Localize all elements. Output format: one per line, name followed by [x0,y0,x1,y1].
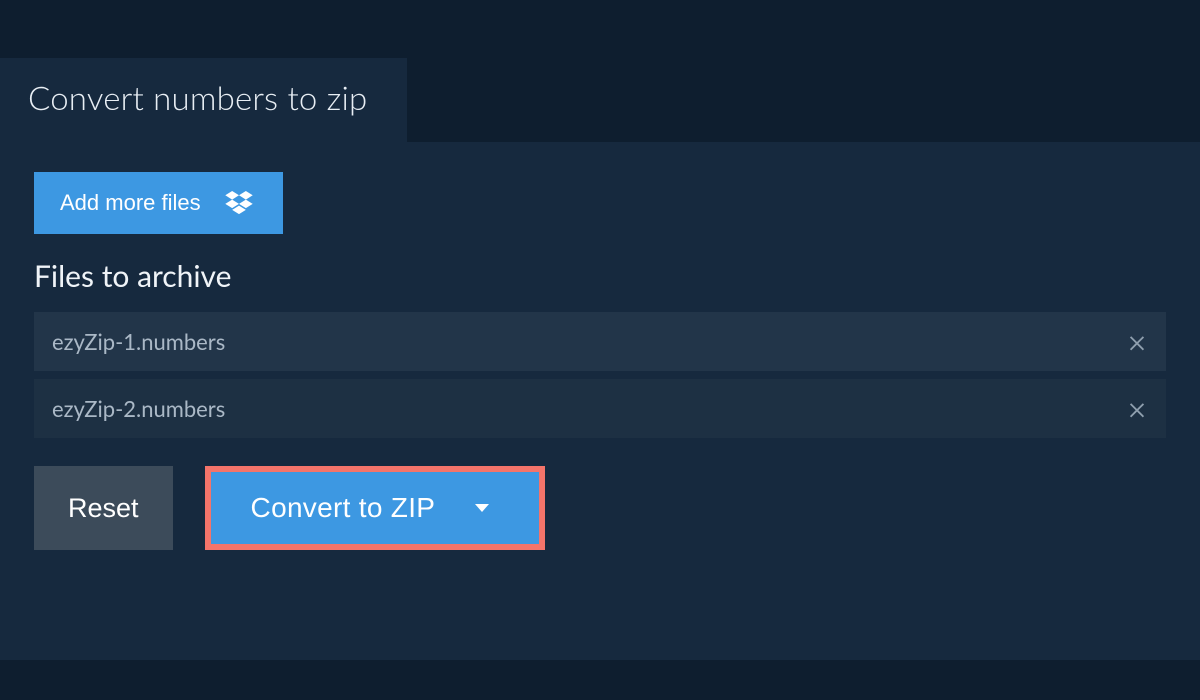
reset-button[interactable]: Reset [34,466,173,550]
bottom-decorative-strip [0,660,1200,692]
file-name: ezyZip-1.numbers [52,328,225,355]
tab-label: Convert numbers to zip [28,78,367,118]
action-row: Reset Convert to ZIP [34,466,1166,550]
add-more-files-label: Add more files [60,190,201,216]
file-list: ezyZip-1.numbers ezyZip-2.numbers [34,312,1166,438]
add-more-files-button[interactable]: Add more files [34,172,283,234]
file-name: ezyZip-2.numbers [52,395,225,422]
tab-convert-numbers-to-zip[interactable]: Convert numbers to zip [0,58,407,142]
remove-file-icon[interactable] [1126,398,1148,420]
convert-to-zip-button[interactable]: Convert to ZIP [211,472,540,544]
remove-file-icon[interactable] [1126,331,1148,353]
main-panel: Add more files Files to archive ezyZip-1… [0,142,1200,660]
convert-highlight-frame: Convert to ZIP [205,466,546,550]
tab-bar: Convert numbers to zip [0,58,1200,142]
file-row: ezyZip-1.numbers [34,312,1166,371]
reset-label: Reset [68,493,139,523]
dropbox-icon [225,191,253,215]
caret-down-icon [475,504,489,512]
top-decorative-strip [0,0,1200,58]
files-to-archive-heading: Files to archive [34,258,1166,294]
file-row: ezyZip-2.numbers [34,379,1166,438]
convert-label: Convert to ZIP [251,492,436,524]
